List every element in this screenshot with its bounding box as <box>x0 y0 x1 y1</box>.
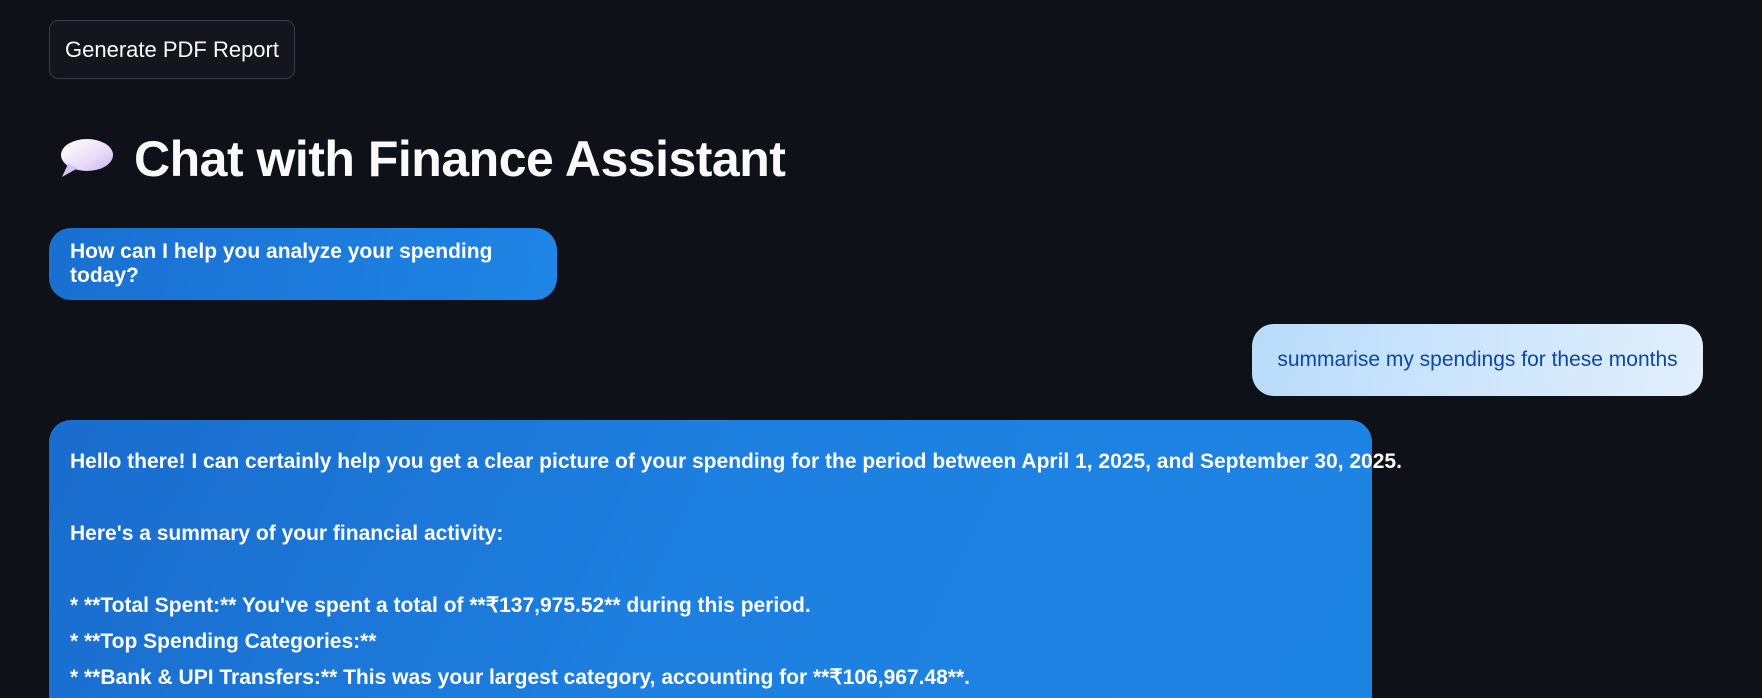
user-message: summarise my spendings for these months <box>1252 324 1703 396</box>
generate-pdf-report-button[interactable]: Generate PDF Report <box>49 20 295 79</box>
message-line: * **Total Spent:** You've spent a total … <box>70 594 811 617</box>
chat-page: Generate PDF Report Chat with Finance As… <box>0 0 1762 698</box>
message-line: Hello there! I can certainly help you ge… <box>70 450 1402 473</box>
speech-balloon-icon <box>58 137 114 181</box>
assistant-message: How can I help you analyze your spending… <box>49 228 557 300</box>
page-header: Chat with Finance Assistant <box>58 120 786 198</box>
assistant-message: Hello there! I can certainly help you ge… <box>49 420 1402 698</box>
message-line: Here's a summary of your financial activ… <box>70 522 504 545</box>
page-title: Chat with Finance Assistant <box>134 131 786 187</box>
message-line: * **Bank & UPI Transfers:** This was you… <box>70 666 970 689</box>
message-text: How can I help you analyze your spending… <box>70 240 493 287</box>
message-line: * **Top Spending Categories:** <box>70 630 377 653</box>
message-text: summarise my spendings for these months <box>1277 348 1678 371</box>
